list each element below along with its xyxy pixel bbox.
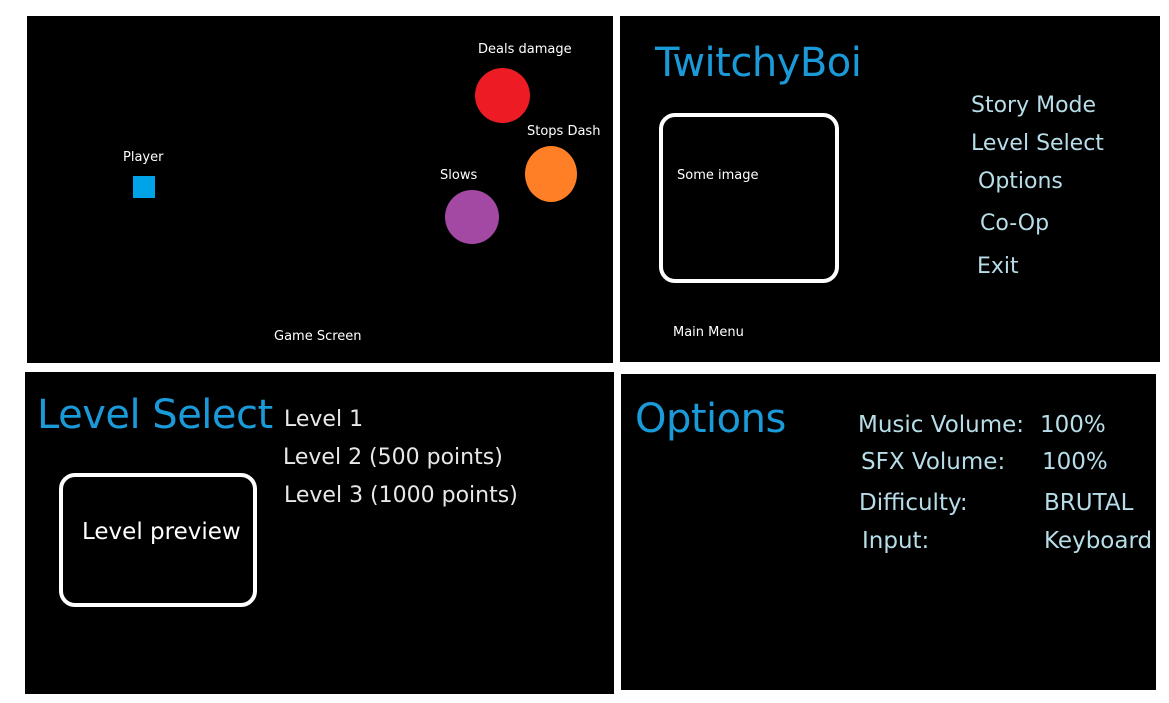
slows-hazard-circle — [445, 190, 499, 244]
menu-item-level-select[interactable]: Level Select — [971, 131, 1104, 156]
music-volume-label: Music Volume: — [858, 412, 1025, 438]
input-label: Input: — [862, 528, 930, 554]
player-label: Player — [123, 150, 164, 165]
damage-hazard-circle — [475, 68, 530, 123]
options-panel: Options Music Volume: 100% SFX Volume: 1… — [621, 374, 1156, 690]
options-title: Options — [635, 396, 786, 442]
stops-dash-hazard-circle — [525, 146, 577, 202]
level-select-panel: Level Select Level preview Level 1 Level… — [25, 372, 614, 694]
music-volume-value[interactable]: 100% — [1040, 412, 1106, 438]
title-image-frame — [659, 113, 839, 283]
menu-item-story-mode[interactable]: Story Mode — [971, 93, 1096, 118]
level-item-3[interactable]: Level 3 (1000 points) — [284, 483, 518, 508]
level-preview-label: Level preview — [82, 519, 241, 545]
game-screen-panel: Deals damage Stops Dash Slows Player Gam… — [27, 16, 613, 363]
difficulty-label: Difficulty: — [859, 490, 968, 516]
level-item-2[interactable]: Level 2 (500 points) — [283, 445, 503, 470]
player-sprite — [133, 176, 155, 198]
sfx-volume-label: SFX Volume: — [861, 449, 1006, 475]
difficulty-value[interactable]: BRUTAL — [1044, 490, 1133, 516]
game-title: TwitchyBoi — [655, 40, 862, 86]
menu-item-options[interactable]: Options — [978, 169, 1063, 194]
main-menu-caption: Main Menu — [673, 325, 744, 340]
hazard-label-slows: Slows — [440, 168, 478, 183]
hazard-label-damage: Deals damage — [478, 42, 572, 57]
image-placeholder-label: Some image — [677, 168, 759, 183]
input-value[interactable]: Keyboard — [1044, 528, 1152, 554]
main-menu-panel: TwitchyBoi Some image Story Mode Level S… — [620, 16, 1160, 362]
hazard-label-stops-dash: Stops Dash — [527, 124, 601, 139]
game-screen-caption: Game Screen — [274, 329, 362, 344]
level-item-1[interactable]: Level 1 — [284, 407, 363, 432]
level-select-title: Level Select — [37, 392, 273, 438]
sfx-volume-value[interactable]: 100% — [1042, 449, 1108, 475]
menu-item-exit[interactable]: Exit — [977, 254, 1019, 279]
menu-item-co-op[interactable]: Co-Op — [980, 211, 1049, 236]
